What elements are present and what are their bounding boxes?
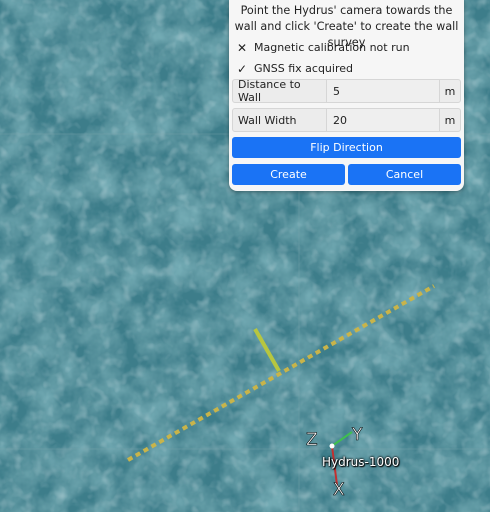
vehicle-marker[interactable] bbox=[329, 443, 335, 449]
magnetic-calibration-text: Magnetic calibration not run bbox=[254, 41, 410, 54]
wall-width-label: Wall Width bbox=[233, 109, 327, 131]
gnss-status-text: GNSS fix acquired bbox=[254, 62, 353, 75]
checkmark-icon: ✓ bbox=[236, 61, 248, 76]
axis-z-label: Z bbox=[306, 430, 318, 450]
magnetic-calibration-status: ✕ Magnetic calibration not run bbox=[232, 37, 461, 58]
instruction-text: Point the Hydrus' camera towards the wal… bbox=[234, 4, 459, 49]
gnss-status: ✓ GNSS fix acquired bbox=[232, 58, 461, 79]
cross-icon: ✕ bbox=[236, 40, 248, 55]
action-buttons: Create Cancel bbox=[232, 164, 461, 185]
distance-unit: m bbox=[439, 80, 460, 102]
distance-to-wall-label: Distance to Wall bbox=[233, 80, 327, 102]
wall-width-row: Wall Width 20 m bbox=[232, 108, 461, 132]
axis-x-label: X bbox=[333, 480, 345, 500]
axis-y-label: Y bbox=[351, 425, 363, 445]
wall-survey-dialog: Point the Hydrus' camera towards the wal… bbox=[229, 0, 464, 191]
flip-direction-button[interactable]: Flip Direction bbox=[232, 137, 461, 158]
wall-width-unit: m bbox=[439, 109, 460, 131]
cancel-button[interactable]: Cancel bbox=[348, 164, 461, 185]
wall-width-input[interactable]: 20 bbox=[327, 109, 439, 131]
distance-to-wall-input[interactable]: 5 bbox=[327, 80, 439, 102]
create-button[interactable]: Create bbox=[232, 164, 345, 185]
distance-to-wall-row: Distance to Wall 5 m bbox=[232, 79, 461, 103]
vehicle-label: Hydrus-1000 bbox=[322, 455, 400, 469]
